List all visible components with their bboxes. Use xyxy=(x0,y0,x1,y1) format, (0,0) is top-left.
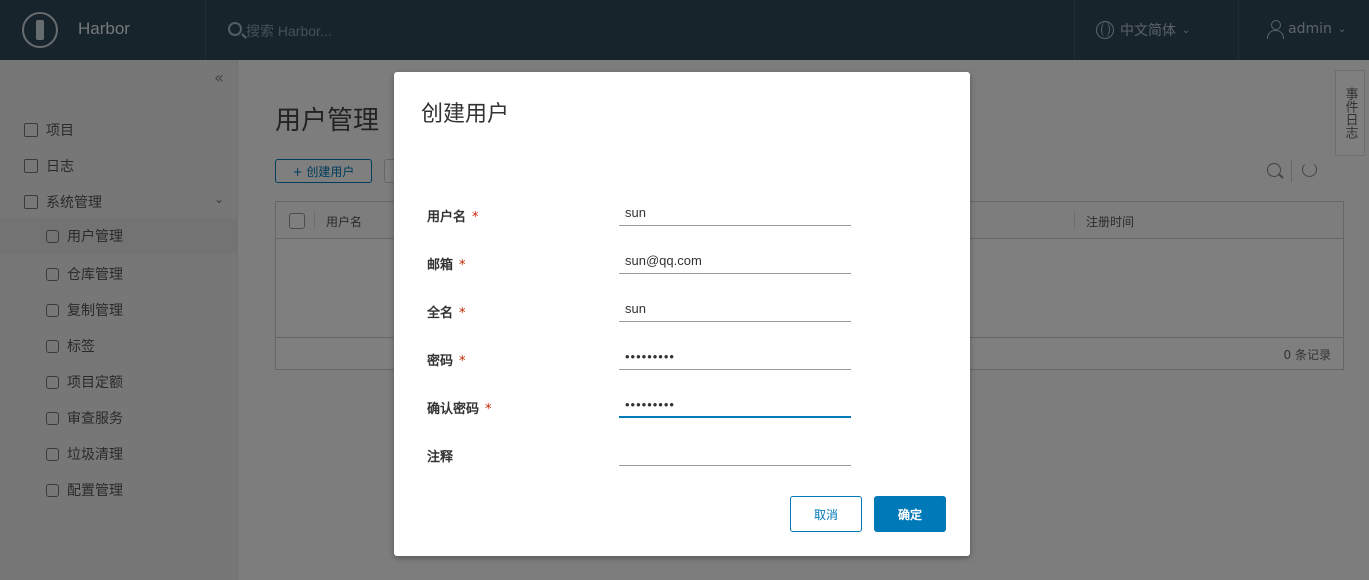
email-label: 邮箱 * xyxy=(427,258,466,273)
confirm-button[interactable]: 确定 xyxy=(874,496,946,532)
required-mark: * xyxy=(472,210,479,225)
password-label: 密码 * xyxy=(427,354,466,369)
comment-field[interactable] xyxy=(619,440,851,466)
comment-label: 注释 xyxy=(427,450,454,465)
confirm-password-label: 确认密码 * xyxy=(427,402,492,417)
fullname-field[interactable] xyxy=(619,296,851,322)
confirm-password-field[interactable] xyxy=(619,392,851,418)
username-field[interactable] xyxy=(619,200,851,226)
password-field[interactable] xyxy=(619,344,851,370)
required-mark: * xyxy=(459,258,466,273)
required-mark: * xyxy=(459,306,466,321)
cancel-button[interactable]: 取消 xyxy=(790,496,862,532)
email-field[interactable] xyxy=(619,248,851,274)
fullname-label: 全名 * xyxy=(427,306,466,321)
dialog-title: 创建用户 xyxy=(421,102,510,127)
required-mark: * xyxy=(485,402,492,417)
username-label: 用户名 * xyxy=(427,210,479,225)
required-mark: * xyxy=(459,354,466,369)
create-user-dialog: 创建用户 用户名* 邮箱* 全名* 密码* 确认密码* 注释 取消 确定 xyxy=(394,72,970,556)
